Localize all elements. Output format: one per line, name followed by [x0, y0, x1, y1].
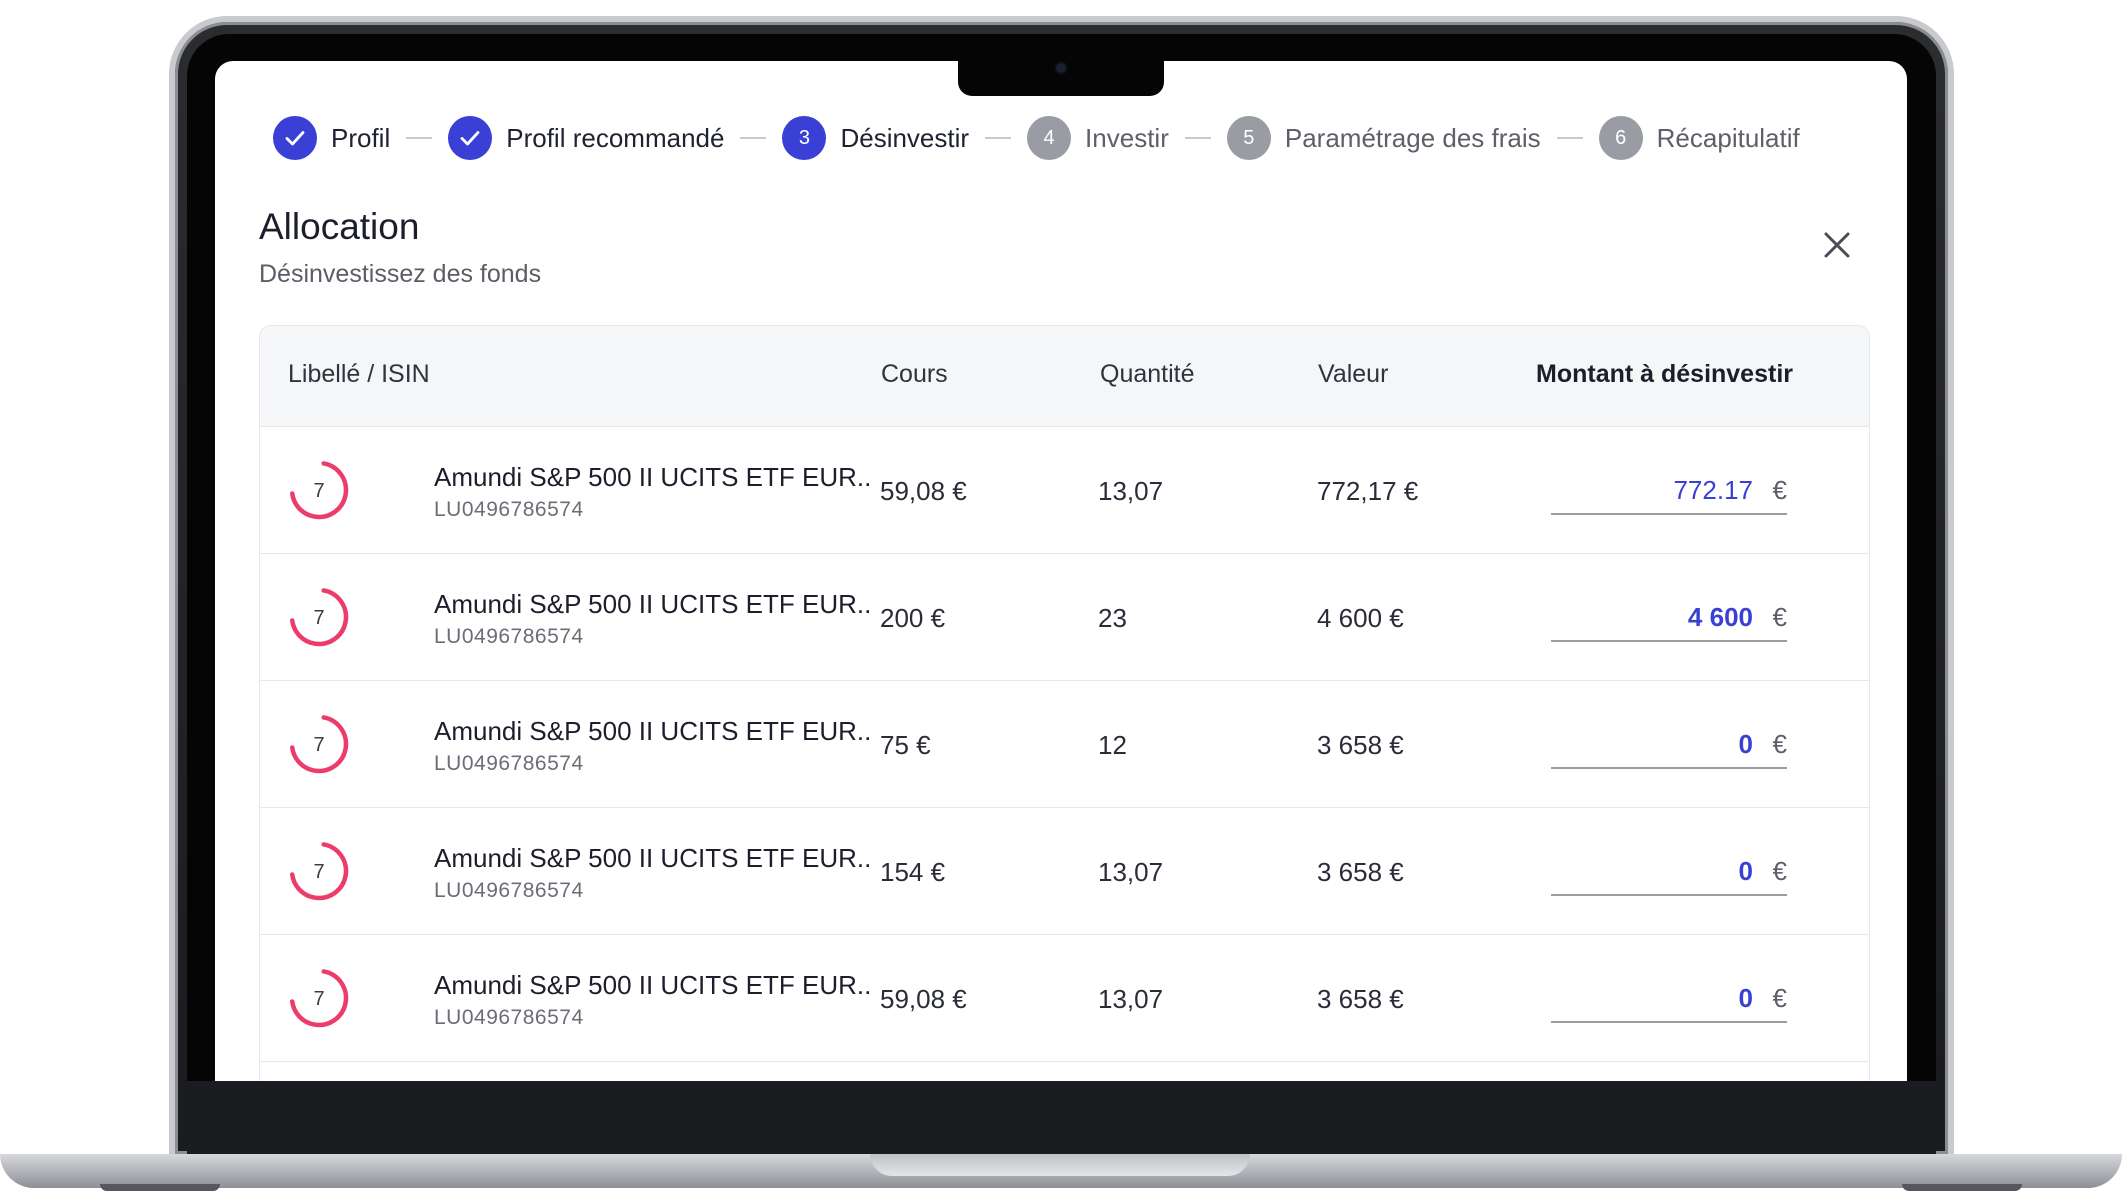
- value-cell: 3 658 €: [1317, 857, 1404, 887]
- table-header: Libellé / ISIN Cours Quantité Valeur Mon…: [260, 326, 1869, 427]
- amount-input[interactable]: 0 €: [1551, 848, 1787, 896]
- risk-gauge-icon: 7: [289, 460, 349, 520]
- fund-isin: LU0496786574: [434, 879, 584, 902]
- amount-input[interactable]: 0 €: [1551, 721, 1787, 769]
- risk-gauge-icon: 7: [289, 714, 349, 774]
- step-separator: [406, 137, 433, 139]
- laptop-foot-left: [100, 1184, 220, 1191]
- amount-input[interactable]: 0 €: [1551, 975, 1787, 1023]
- amount-currency: €: [1772, 983, 1787, 1013]
- amount-value: 4 600: [1687, 602, 1753, 632]
- amount-currency: €: [1772, 856, 1787, 886]
- column-header-quantity[interactable]: Quantité: [1100, 360, 1195, 389]
- risk-gauge-icon: 7: [289, 968, 349, 1028]
- quantity-cell: 13,07: [1098, 476, 1164, 506]
- quantity-cell: 13,07: [1098, 857, 1164, 887]
- step-2[interactable]: Profil recommandé: [448, 116, 724, 160]
- risk-gauge-icon: 7: [289, 587, 349, 647]
- risk-level: 7: [313, 480, 324, 502]
- table-body: 7 Amundi S&P 500 II UCITS ETF EUR.. LU0496…: [260, 427, 1869, 1062]
- amount-currency: €: [1772, 729, 1787, 759]
- fund-name[interactable]: Amundi S&P 500 II UCITS ETF EUR..: [434, 843, 871, 874]
- value-cell: 3 658 €: [1317, 730, 1404, 760]
- quantity-cell: 13,07: [1098, 984, 1164, 1014]
- step-6[interactable]: 6 Récapitulatif: [1598, 116, 1800, 160]
- check-icon: [273, 116, 317, 160]
- amount-value: 772.17: [1673, 475, 1753, 505]
- step-number: 3: [782, 116, 827, 160]
- check-icon: [448, 116, 493, 160]
- step-separator: [740, 137, 767, 139]
- risk-level: 7: [313, 988, 324, 1010]
- app-screen: Profil Profil recommandé 3 Désinvestir 4 Inve…: [215, 61, 1907, 1081]
- price-cell: 75 €: [880, 730, 931, 760]
- step-label: Profil recommandé: [506, 122, 725, 153]
- table-row[interactable]: 7 Amundi S&P 500 II UCITS ETF EUR.. LU0496…: [260, 808, 1869, 935]
- fund-isin: LU0496786574: [434, 498, 584, 521]
- step-1[interactable]: Profil: [273, 116, 390, 160]
- value-cell: 772,17 €: [1317, 476, 1419, 506]
- fund-name[interactable]: Amundi S&P 500 II UCITS ETF EUR..: [434, 716, 871, 747]
- fund-isin: LU0496786574: [434, 752, 584, 775]
- step-label: Récapitulatif: [1656, 122, 1800, 153]
- step-label: Profil: [331, 122, 391, 153]
- close-icon: [1824, 232, 1850, 258]
- price-cell: 59,08 €: [880, 476, 967, 506]
- risk-level: 7: [313, 607, 324, 629]
- step-3[interactable]: 3 Désinvestir: [782, 116, 969, 160]
- step-separator: [985, 137, 1012, 139]
- table-row[interactable]: 7 Amundi S&P 500 II UCITS ETF EUR.. LU0496…: [260, 935, 1869, 1062]
- price-cell: 200 €: [880, 603, 946, 633]
- fund-isin: LU0496786574: [434, 625, 584, 648]
- amount-currency: €: [1772, 475, 1787, 505]
- step-label: Investir: [1085, 122, 1169, 153]
- fund-name[interactable]: Amundi S&P 500 II UCITS ETF EUR..: [434, 970, 871, 1001]
- stepper: Profil Profil recommandé 3 Désinvestir 4 Inve…: [273, 115, 1800, 161]
- funds-table: Libellé / ISIN Cours Quantité Valeur Mon…: [259, 325, 1870, 1081]
- laptop-foot-right: [1902, 1184, 2022, 1191]
- camera-icon: [1056, 63, 1066, 73]
- risk-level: 7: [313, 861, 324, 883]
- laptop-bottom-bezel: [187, 1081, 1936, 1154]
- fund-name[interactable]: Amundi S&P 500 II UCITS ETF EUR..: [434, 462, 871, 493]
- quantity-cell: 12: [1098, 730, 1127, 760]
- step-label: Paramétrage des frais: [1284, 122, 1541, 153]
- price-cell: 154 €: [880, 857, 946, 887]
- laptop-base-notch: [870, 1154, 1250, 1176]
- price-cell: 59,08 €: [880, 984, 967, 1014]
- column-header-label[interactable]: Libellé / ISIN: [288, 360, 430, 389]
- amount-value: 0: [1738, 729, 1753, 759]
- value-cell: 3 658 €: [1317, 984, 1404, 1014]
- value-cell: 4 600 €: [1317, 603, 1404, 633]
- step-label: Désinvestir: [840, 122, 970, 153]
- amount-input[interactable]: 4 600 €: [1551, 594, 1787, 642]
- amount-value: 0: [1738, 983, 1753, 1013]
- table-row[interactable]: 7 Amundi S&P 500 II UCITS ETF EUR.. LU0496…: [260, 427, 1869, 554]
- risk-gauge-icon: 7: [289, 841, 349, 901]
- risk-level: 7: [313, 734, 324, 756]
- fund-name[interactable]: Amundi S&P 500 II UCITS ETF EUR..: [434, 589, 871, 620]
- page-subtitle: Désinvestissez des fonds: [259, 260, 542, 288]
- close-button[interactable]: [1815, 223, 1859, 267]
- fund-isin: LU0496786574: [434, 1006, 584, 1029]
- column-header-price[interactable]: Cours: [881, 360, 948, 389]
- step-number: 4: [1027, 116, 1072, 160]
- step-separator: [1184, 137, 1211, 139]
- column-header-amount[interactable]: Montant à désinvestir: [1536, 360, 1793, 389]
- step-number: 5: [1226, 116, 1271, 160]
- amount-input[interactable]: 772.17 €: [1551, 467, 1787, 515]
- step-number: 6: [1598, 116, 1643, 160]
- step-5[interactable]: 5 Paramétrage des frais: [1226, 116, 1541, 160]
- table-row[interactable]: 7 Amundi S&P 500 II UCITS ETF EUR.. LU0496…: [260, 681, 1869, 808]
- amount-value: 0: [1738, 856, 1753, 886]
- quantity-cell: 23: [1098, 603, 1127, 633]
- column-header-value[interactable]: Valeur: [1318, 360, 1388, 389]
- step-separator: [1556, 137, 1583, 139]
- table-row[interactable]: 7 Amundi S&P 500 II UCITS ETF EUR.. LU0496…: [260, 554, 1869, 681]
- amount-currency: €: [1772, 602, 1787, 632]
- page-title: Allocation: [259, 206, 420, 247]
- step-4[interactable]: 4 Investir: [1027, 116, 1169, 160]
